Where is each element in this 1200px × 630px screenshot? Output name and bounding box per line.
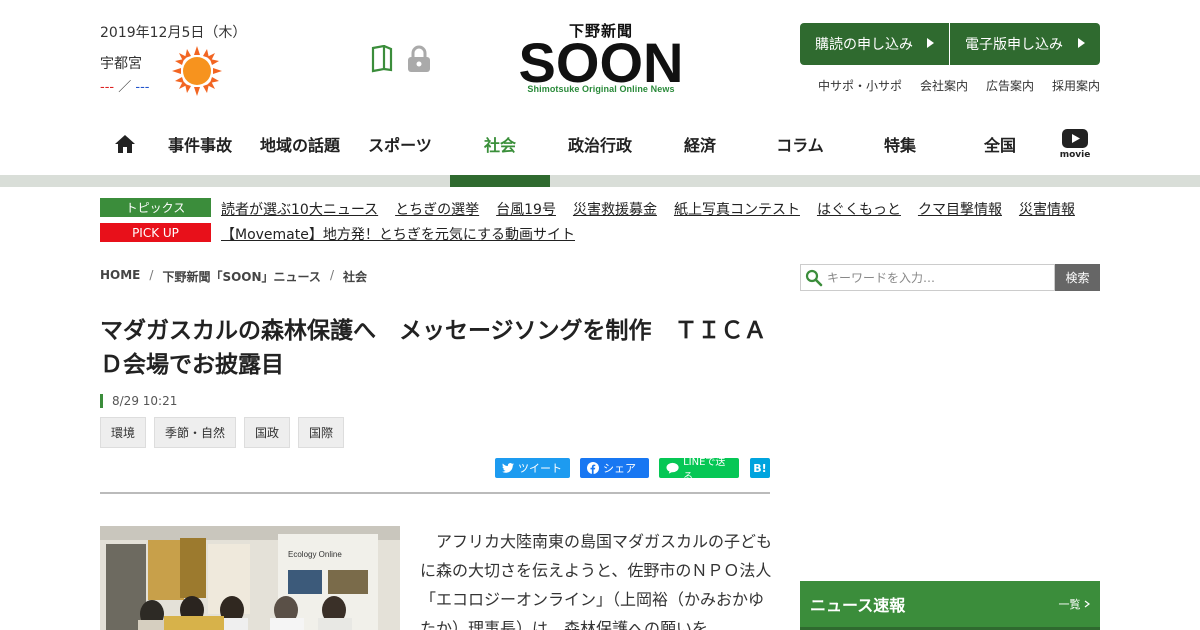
article-categories: 環境 季節・自然 国政 国際 [100, 417, 345, 448]
article-time: 8/29 10:21 [100, 394, 177, 408]
article-body: アフリカ大陸南東の島国マダガスカルの子どもに森の大切さを伝えようと、佐野市のＮＰ… [420, 532, 773, 630]
subscribe-button[interactable]: 購読の申し込み [800, 23, 949, 65]
breaking-news-title: ニュース速報 [810, 596, 906, 615]
nav-item[interactable]: 地域の話題 [250, 115, 350, 173]
play-icon [1062, 128, 1088, 148]
temp-high: --- [100, 80, 115, 95]
breaking-news-header: ニュース速報 一覧 [800, 581, 1100, 627]
article-photo-image: Ecology Online [100, 526, 400, 630]
nav-item[interactable]: 事件事故 [150, 115, 250, 173]
nav-item[interactable]: スポーツ [350, 115, 450, 173]
top-links: 中サポ・小サポ 会社案内 広告案内 採用案内 [818, 77, 1100, 94]
nav-item[interactable]: 特集 [850, 115, 950, 173]
nav-home[interactable] [100, 115, 150, 173]
topic-link[interactable]: 台風19号 [496, 199, 556, 219]
search-box [800, 264, 1055, 291]
line-icon [666, 462, 679, 474]
breadcrumb-current[interactable]: 社会 [343, 268, 367, 285]
line-share-button[interactable]: LINEで送る [659, 457, 739, 483]
category-tag[interactable]: 環境 [100, 417, 147, 448]
search-input[interactable] [827, 270, 1047, 285]
facebook-icon [587, 462, 599, 474]
breadcrumb: HOME / 下野新聞「SOON」ニュース / 社会 [100, 268, 367, 285]
logo-soon: SOON [519, 34, 683, 88]
breadcrumb-sep: / [329, 268, 334, 282]
topics-label: トピックス [100, 198, 211, 217]
topic-link[interactable]: 読者が選ぶ10大ニュース [221, 199, 378, 219]
logo-tagline: Shimotsuke Original Online News [527, 84, 675, 94]
top-link[interactable]: 中サポ・小サポ [818, 77, 902, 94]
date-display: 2019年12月5日（木） [100, 25, 247, 41]
topic-link[interactable]: 災害救援募金 [573, 199, 657, 219]
nav-active-indicator [450, 175, 550, 187]
nav-underbar [0, 175, 1200, 187]
home-icon [115, 135, 135, 153]
weather-temps: --- ／ --- [100, 76, 149, 95]
topic-link[interactable]: はぐくもっと [817, 199, 901, 219]
topic-links: 読者が選ぶ10大ニュース とちぎの選挙 台風19号 災害救援募金 紙上写真コンテ… [221, 199, 1075, 219]
main-nav: 事件事故 地域の話題 スポーツ 社会 政治行政 経済 コラム 特集 全国 mov… [100, 115, 1100, 173]
logo-soon-text: SOON [519, 34, 683, 88]
nav-item[interactable]: 政治行政 [550, 115, 650, 173]
book-icon[interactable] [370, 45, 394, 73]
nav-movie[interactable]: movie [1050, 115, 1100, 173]
temp-separator: ／ [118, 80, 132, 95]
facebook-share-button[interactable]: シェア [580, 458, 649, 478]
article-photo[interactable]: Ecology Online [100, 526, 400, 630]
article-divider [100, 492, 770, 494]
nav-item[interactable]: 経済 [650, 115, 750, 173]
search-icon [805, 269, 823, 286]
breaking-news-more-label: 一覧 [1058, 598, 1081, 611]
chevron-right-icon [1084, 600, 1090, 608]
triangle-right-icon [927, 38, 934, 48]
nav-item[interactable]: コラム [750, 115, 850, 173]
nav-item-active[interactable]: 社会 [450, 115, 550, 173]
movie-label: movie [1059, 149, 1091, 160]
sun-icon [172, 46, 222, 96]
top-link[interactable]: 採用案内 [1052, 77, 1100, 94]
weather-city: 宇都宮 [100, 56, 142, 72]
topic-link[interactable]: クマ目撃情報 [918, 199, 1002, 219]
breadcrumb-sep: / [149, 268, 154, 282]
category-tag[interactable]: 国際 [298, 417, 345, 448]
twitter-bird-icon [502, 463, 514, 473]
search-form: 検索 [800, 264, 1100, 291]
line-share-label: LINEで送る [683, 457, 726, 483]
lock-icon[interactable] [406, 45, 432, 73]
digital-subscribe-button[interactable]: 電子版申し込み [950, 23, 1100, 65]
article-title: マダガスカルの森林保護へ メッセージソングを制作 ＴＩＣＡＤ会場でお披露目 [100, 318, 767, 378]
twitter-share-label: ツイート [518, 462, 562, 475]
topic-link[interactable]: とちぎの選挙 [395, 199, 479, 219]
top-link[interactable]: 広告案内 [986, 77, 1034, 94]
site-logo[interactable]: 下野新聞 SOON Shimotsuke Original Online New… [519, 20, 683, 98]
topic-link[interactable]: 災害情報 [1019, 199, 1075, 219]
breadcrumb-home[interactable]: HOME [100, 268, 140, 285]
pickup-link[interactable]: 【Movemate】地方発！とちぎを元気にする動画サイト [221, 224, 575, 244]
hatena-bookmark-button[interactable]: B! [750, 458, 770, 478]
triangle-right-icon [1078, 38, 1085, 48]
subscribe-label: 購読の申し込み [815, 37, 913, 53]
breaking-news-more[interactable]: 一覧 [1058, 596, 1090, 612]
facebook-share-label: シェア [603, 462, 636, 475]
digital-subscribe-label: 電子版申し込み [965, 37, 1063, 53]
topic-link[interactable]: 紙上写真コンテスト [674, 199, 800, 219]
breadcrumb-news[interactable]: 下野新聞「SOON」ニュース [162, 268, 321, 285]
nav-item[interactable]: 全国 [950, 115, 1050, 173]
twitter-share-button[interactable]: ツイート [495, 458, 570, 478]
category-tag[interactable]: 季節・自然 [154, 417, 237, 448]
search-button[interactable]: 検索 [1055, 264, 1100, 291]
top-link[interactable]: 会社案内 [920, 77, 968, 94]
pickup-label: PICK UP [100, 223, 211, 242]
photo-sign-text: Ecology Online [288, 550, 342, 559]
temp-low: --- [135, 80, 150, 95]
category-tag[interactable]: 国政 [244, 417, 291, 448]
